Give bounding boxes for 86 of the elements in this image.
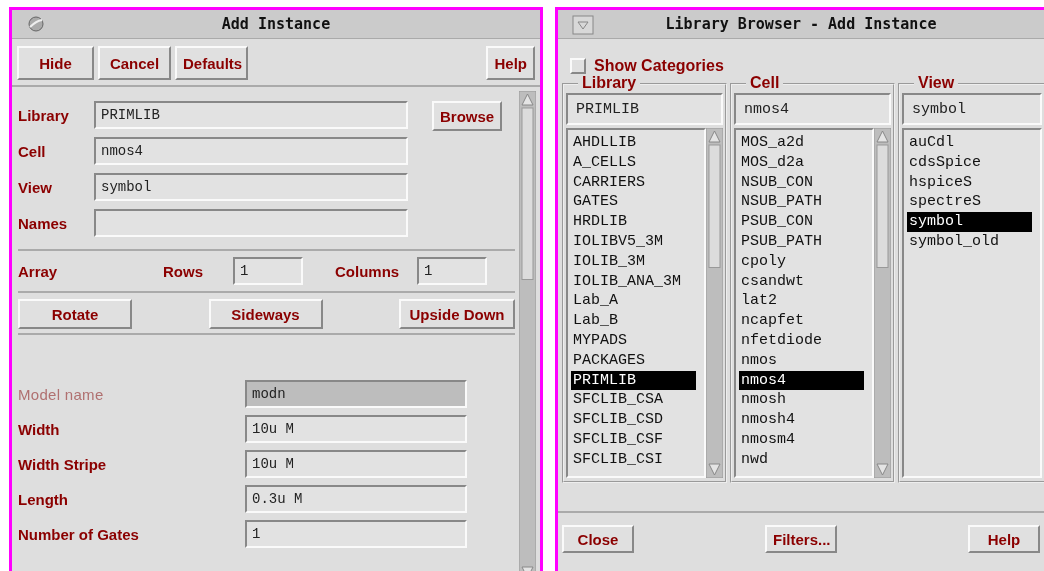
dialog-button[interactable]: Close	[562, 525, 634, 553]
list-item[interactable]: SFCLIB_CSF	[571, 429, 696, 450]
dialog-button[interactable]: Cancel	[98, 46, 171, 80]
text-field[interactable]	[94, 209, 408, 237]
list-item[interactable]: SFCLIB_CSD	[571, 410, 696, 430]
list-item[interactable]: MOS_d2a	[739, 152, 864, 173]
list-item[interactable]: lat2	[739, 291, 864, 312]
orientation-button[interactable]: Sideways	[208, 299, 323, 329]
filter-field[interactable]: nmos4	[734, 93, 891, 125]
list-item[interactable]: nmosh4	[739, 410, 864, 430]
menu-icon[interactable]	[572, 15, 594, 35]
text-field[interactable]: PRIMLIB	[94, 101, 408, 129]
scrollbar[interactable]	[519, 91, 536, 571]
list-item[interactable]: MYPADS	[571, 330, 696, 351]
column-heading: Library	[578, 74, 641, 92]
list-item[interactable]: NSUB_PATH	[739, 192, 864, 213]
parameter-field[interactable]: 1	[245, 520, 467, 548]
list-item[interactable]: PSUB_PATH	[739, 232, 864, 252]
scrollbar[interactable]	[874, 128, 891, 478]
orientation-button[interactable]: Rotate	[18, 299, 132, 329]
list-item[interactable]: auCdl	[907, 133, 1032, 153]
list-item[interactable]: symbol_old	[907, 232, 1032, 252]
list-item[interactable]: IOLIBV5_3M	[571, 232, 696, 252]
list-item[interactable]: nfetdiode	[739, 330, 864, 351]
field-label: Library	[18, 106, 70, 124]
rows-label: Rows	[163, 262, 204, 280]
orientation-button[interactable]: Upside Down	[399, 299, 515, 329]
parameter-label: Length	[18, 490, 69, 508]
checkbox[interactable]	[570, 58, 586, 74]
field-label: Names	[18, 214, 69, 232]
list-item[interactable]: PACKAGES	[571, 350, 696, 371]
parameter-label: Width Stripe	[18, 455, 108, 473]
browse-button[interactable]: Browse	[432, 101, 503, 131]
dialog-button[interactable]: Defaults	[175, 46, 248, 80]
dialog-button[interactable]: Help	[968, 525, 1040, 553]
parameter-label: Width	[18, 420, 61, 438]
columns-field[interactable]: 1	[417, 257, 487, 285]
list-item[interactable]: IOLIB_3M	[571, 251, 696, 272]
filter-field[interactable]: PRIMLIB	[566, 93, 723, 125]
rows-field[interactable]: 1	[233, 257, 303, 285]
list-item[interactable]: AHDLLIB	[571, 133, 696, 153]
list-item[interactable]: symbol	[907, 212, 1032, 232]
parameter-label: Model name	[18, 385, 105, 403]
list-item[interactable]: csandwt	[739, 271, 864, 292]
list-item[interactable]: nmosh	[739, 390, 864, 411]
checkbox-label: Show Categories	[594, 57, 724, 75]
list-item[interactable]: GATES	[571, 192, 696, 213]
list-item[interactable]: cpoly	[739, 251, 864, 272]
help-button[interactable]: Help	[486, 46, 535, 80]
window-title: Add Instance	[220, 15, 332, 33]
scrollbar[interactable]	[706, 128, 723, 478]
window-title: Library Browser - Add Instance	[664, 15, 938, 33]
parameter-field[interactable]: 0.3u M	[245, 485, 467, 513]
list-item[interactable]: HRDLIB	[571, 212, 696, 232]
list-item[interactable]: MOS_a2d	[739, 133, 864, 153]
field-label: Cell	[18, 142, 47, 160]
parameter-label: Number of Gates	[18, 525, 140, 543]
list-item[interactable]: SFCLIB_CSI	[571, 449, 696, 470]
list-item[interactable]: hspiceS	[907, 172, 1032, 193]
list-item[interactable]: Lab_A	[571, 291, 696, 312]
list-item[interactable]: SFCLIB_CSA	[571, 390, 696, 411]
list-item[interactable]: ncapfet	[739, 311, 864, 331]
list-item[interactable]: NSUB_CON	[739, 172, 864, 193]
list-item[interactable]: nwd	[739, 449, 864, 470]
list-item[interactable]: nmos	[739, 350, 864, 371]
filter-field[interactable]: symbol	[902, 93, 1042, 125]
list-item[interactable]: Lab_B	[571, 311, 696, 331]
list-item[interactable]: A_CELLS	[571, 152, 696, 173]
list-item[interactable]: nmos4	[739, 370, 864, 391]
dialog-button[interactable]: Hide	[17, 46, 94, 80]
list-item[interactable]: CARRIERS	[571, 172, 696, 193]
parameter-field[interactable]: 10u M	[245, 415, 467, 443]
dialog-button[interactable]: Filters...	[765, 525, 837, 553]
list-item[interactable]: PRIMLIB	[571, 370, 696, 391]
text-field[interactable]: symbol	[94, 173, 408, 201]
list-item[interactable]: PSUB_CON	[739, 212, 864, 232]
list-item[interactable]: cdsSpice	[907, 152, 1032, 173]
field-label: View	[18, 178, 53, 196]
parameter-field[interactable]: 10u M	[245, 450, 467, 478]
array-label: Array	[18, 262, 59, 280]
list-item[interactable]: nmosm4	[739, 429, 864, 450]
list-item[interactable]: spectreS	[907, 192, 1032, 213]
list-item[interactable]: IOLIB_ANA_3M	[571, 271, 696, 292]
text-field[interactable]: nmos4	[94, 137, 408, 165]
globe-icon[interactable]	[26, 15, 46, 33]
columns-label: Columns	[335, 262, 401, 280]
